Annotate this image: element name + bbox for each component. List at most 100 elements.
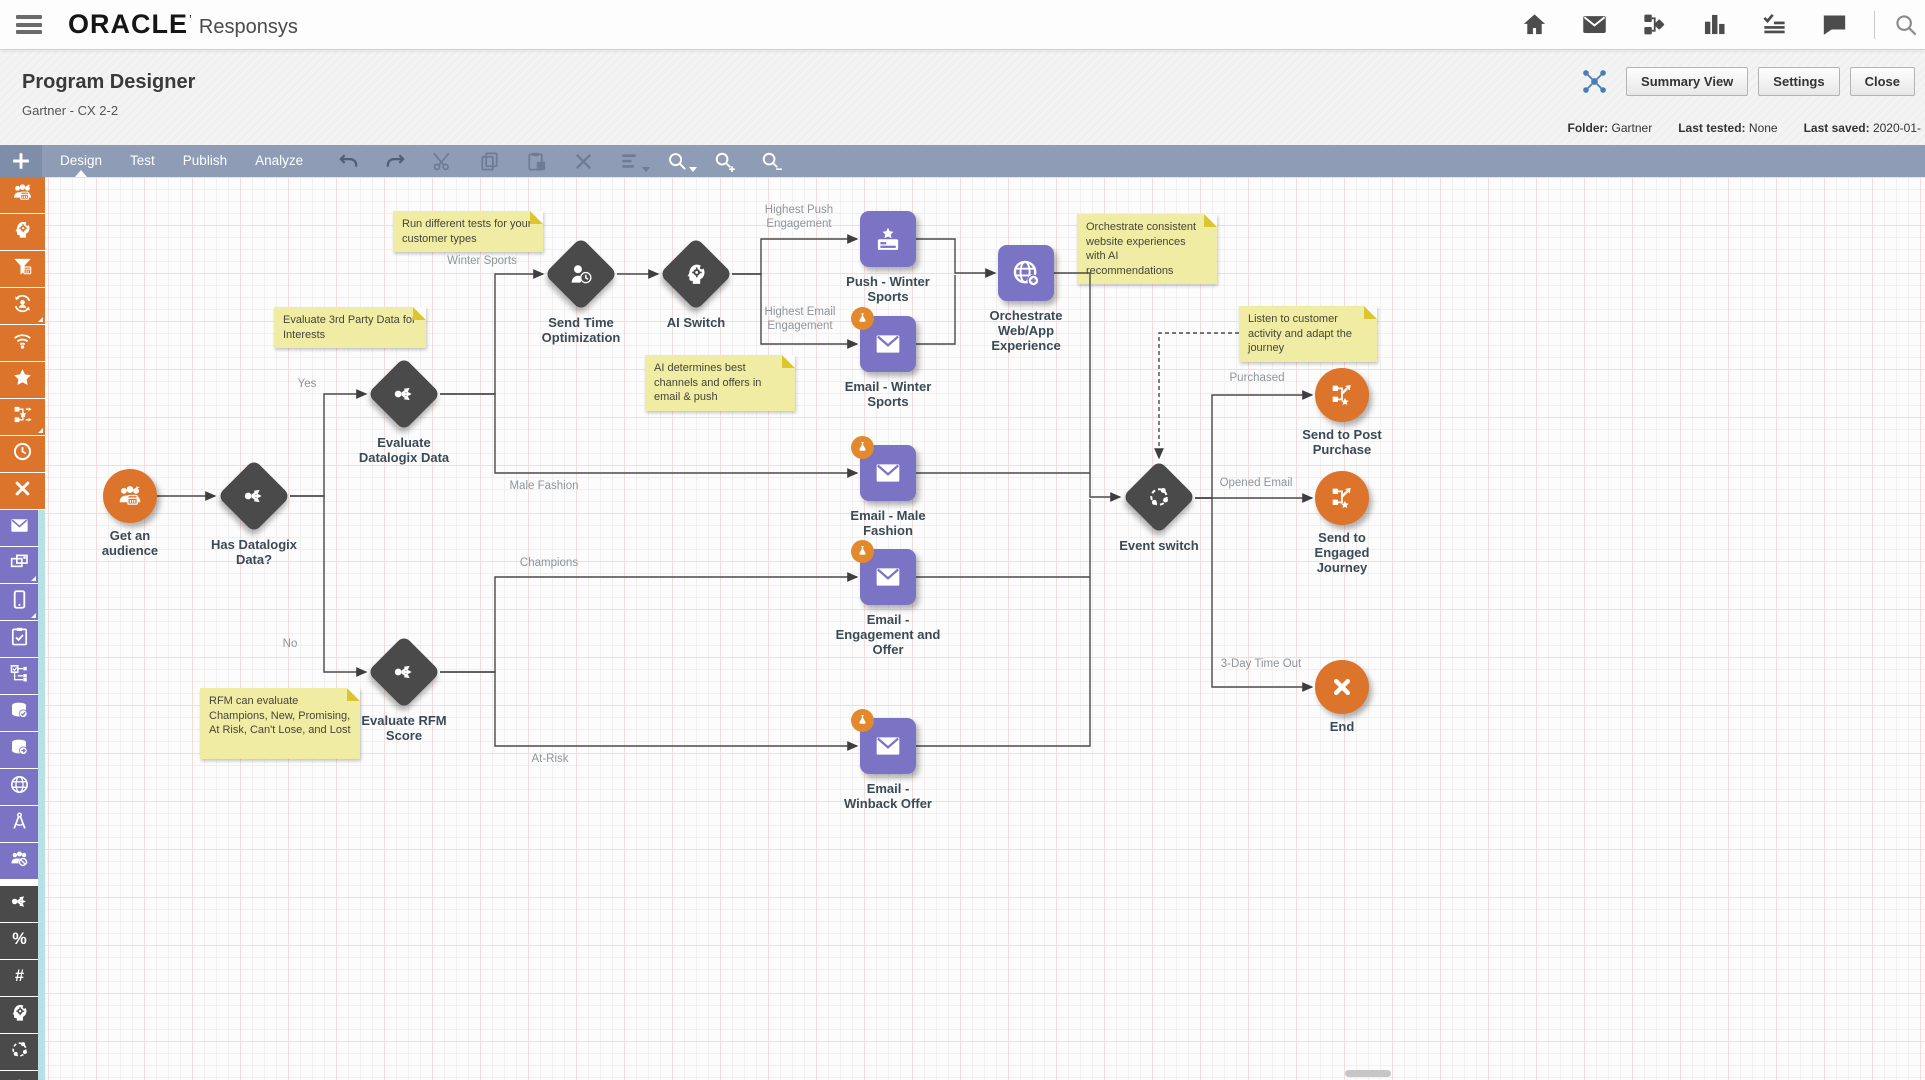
split-icon (390, 658, 418, 686)
header-actions: Summary View Settings Close (1581, 67, 1915, 96)
topbar-divider (1874, 11, 1875, 39)
sidebar-item-program-link[interactable] (0, 399, 45, 435)
program-canvas[interactable]: Run different tests for your customer ty… (0, 177, 1925, 1080)
node-label: Evaluate Datalogix Data (357, 436, 452, 466)
icon-decision-tree-icon (8, 662, 31, 690)
sidebar-item-suppress[interactable] (0, 843, 38, 879)
node-label: Email - Male Fashion (836, 509, 941, 539)
node-label: Get an audience (88, 529, 173, 559)
copy-button[interactable] (478, 150, 501, 173)
svg-text:%: % (12, 930, 27, 948)
icon-schedule-icon (11, 440, 34, 468)
add-stage-button[interactable] (0, 145, 42, 177)
hamburger-menu-icon[interactable] (16, 15, 42, 34)
paste-button[interactable] (525, 150, 548, 173)
sidebar-item-data-switch[interactable] (0, 732, 38, 768)
tab-analyze[interactable]: Analyze (255, 145, 303, 177)
sidebar-item-hash[interactable]: # (0, 960, 38, 996)
zoom-in-button[interactable] (713, 150, 736, 173)
icon-engage-wifi-icon (11, 329, 34, 357)
node-label: Orchestrate Web/App Experience (979, 309, 1074, 354)
close-button[interactable]: Close (1850, 67, 1915, 96)
sidebar-item-award[interactable] (0, 1071, 38, 1080)
node-label: Email - Engagement and Offer (836, 613, 941, 658)
sidebar-item-form[interactable] (0, 621, 38, 657)
email-icon (872, 730, 904, 762)
ab-test-flask-badge (851, 540, 874, 563)
sidebar-item-event[interactable] (0, 1034, 38, 1070)
node-label: Push - Winter Sports (836, 275, 941, 305)
node-label: Send Time Optimization (526, 316, 636, 346)
icon-filter-icon (11, 255, 34, 283)
search-icon[interactable] (1893, 12, 1919, 38)
edge-label-at-risk: At-Risk (531, 753, 568, 767)
sidebar-item-schedule[interactable] (0, 436, 45, 472)
edge-label-yes: Yes (298, 378, 317, 392)
fit-to-view-icon[interactable] (1581, 68, 1608, 95)
meta-lastsaved: Last saved: 2020-01- (1804, 121, 1921, 135)
node-label: Email - Winter Sports (836, 380, 941, 410)
designer-toolbar: Design Test Publish Analyze (0, 145, 1925, 177)
ab-test-flask-badge (851, 307, 874, 330)
topbar-icon-row (1521, 11, 1848, 38)
sidebar-item-web[interactable] (0, 769, 38, 805)
edge-label-3-day-time-out: 3-Day Time Out (1221, 658, 1302, 672)
node-label: Event switch (1107, 539, 1212, 554)
sidebar-item-decision-tree[interactable] (0, 658, 38, 694)
zoom-level-dropdown-caret (689, 167, 697, 172)
icon-mobile-icon (8, 588, 31, 616)
summary-view-button[interactable]: Summary View (1626, 67, 1748, 96)
sidebar-item-audience[interactable] (0, 177, 45, 213)
sidebar-item-favorite[interactable] (0, 362, 45, 398)
responsys-wordmark: Responsys (199, 16, 298, 39)
edge-label-champions: Champions (520, 557, 578, 571)
icon-favorite-icon (11, 366, 34, 394)
tab-publish[interactable]: Publish (183, 145, 227, 177)
sidebar-item-profile-sync[interactable] (0, 288, 45, 324)
undo-button[interactable] (337, 150, 360, 173)
sidebar-item-display-ads[interactable] (0, 547, 38, 583)
messages-icon[interactable] (1581, 11, 1608, 38)
node-label: Send to Post Purchase (1290, 428, 1395, 458)
sidebar-item-tools-compass[interactable] (0, 806, 38, 842)
oracle-responsys-logo: ORACLE ’ Responsys (68, 9, 298, 40)
align-button[interactable] (619, 150, 642, 173)
tasks-icon[interactable] (1761, 11, 1788, 38)
ab-test-flask-badge (851, 436, 874, 459)
sidebar-item-split[interactable] (0, 886, 38, 922)
flyout-indicator (31, 613, 36, 618)
redo-button[interactable] (384, 150, 407, 173)
product-topbar: ORACLE ’ Responsys (0, 0, 1925, 50)
edge-label-highest-email-engagement: Highest Email Engagement (755, 306, 845, 334)
end-x-icon (1328, 673, 1356, 701)
sidebar-item-engage-wifi[interactable] (0, 325, 45, 361)
sidebar-item-ai-program[interactable] (0, 214, 45, 250)
programs-icon[interactable] (1641, 11, 1668, 38)
sidebar-item-ai-gears[interactable] (0, 997, 38, 1033)
person-clock-icon (567, 260, 595, 288)
icon-data-check-icon (8, 699, 31, 727)
split-icon (390, 380, 418, 408)
sidebar-item-email[interactable] (0, 510, 38, 546)
horizontal-scrollbar-thumb[interactable] (1345, 1070, 1391, 1077)
sidebar-item-percent[interactable]: % (0, 923, 38, 959)
sidebar-item-filter[interactable] (0, 251, 45, 287)
zoom-level-button[interactable] (666, 150, 689, 173)
analytics-icon[interactable] (1701, 11, 1728, 38)
settings-button[interactable]: Settings (1758, 67, 1839, 96)
icon-event-icon (8, 1038, 31, 1066)
sidebar-item-mobile[interactable] (0, 584, 38, 620)
node-label: AI Switch (654, 316, 739, 331)
zoom-out-button[interactable] (760, 150, 783, 173)
audience-icon (116, 482, 144, 510)
home-icon[interactable] (1521, 11, 1548, 38)
ab-test-flask-badge (851, 709, 874, 732)
icon-hash-icon: # (8, 964, 31, 992)
delete-button[interactable] (572, 150, 595, 173)
sidebar-item-data-check[interactable] (0, 695, 38, 731)
tab-test[interactable]: Test (130, 145, 155, 177)
sidebar-item-cancel[interactable] (0, 473, 45, 509)
cut-button[interactable] (431, 150, 454, 173)
tab-design[interactable]: Design (60, 145, 102, 177)
feedback-icon[interactable] (1821, 11, 1848, 38)
